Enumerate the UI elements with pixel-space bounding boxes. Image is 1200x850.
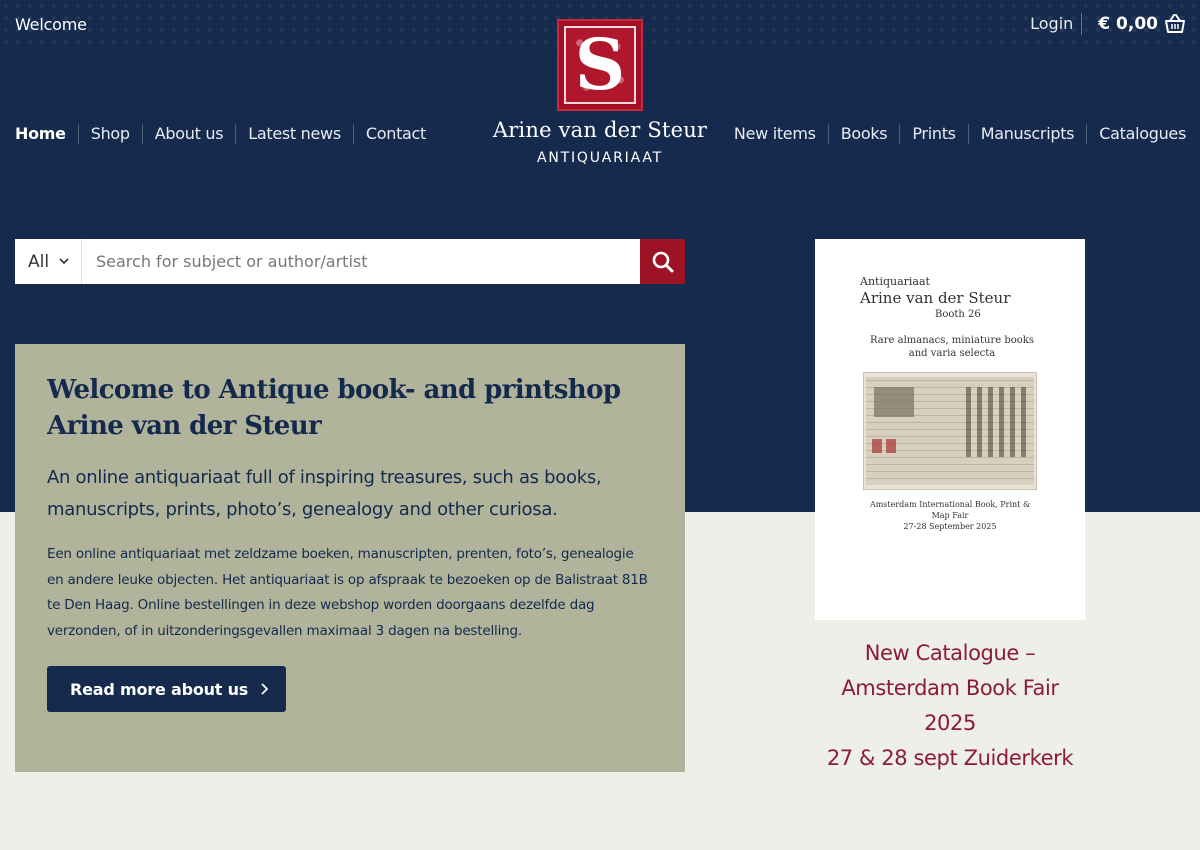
nav-shop[interactable]: Shop [77, 124, 142, 144]
welcome-text: Welcome [15, 15, 87, 34]
caption-line-2: Amsterdam Book Fair 2025 [841, 676, 1059, 735]
brand-subtitle: ANTIQUARIAAT [536, 150, 664, 166]
cart-total[interactable]: € 0,00 [1098, 14, 1158, 34]
logo-letter: S [564, 26, 636, 104]
cover-line-3: Booth 26 [935, 309, 981, 320]
account-area: Login € 0,00 [1030, 13, 1186, 35]
welcome-body: Een online antiquariaat met zeldzame boe… [47, 546, 648, 639]
brand-name[interactable]: Arine van der Steur [490, 118, 710, 142]
nav-catalogues[interactable]: Catalogues [1086, 124, 1186, 144]
catalogue-almanac-image [863, 372, 1037, 490]
nav-new-items[interactable]: New items [734, 124, 828, 144]
chevron-right-icon [261, 683, 269, 695]
search-input[interactable] [82, 239, 640, 284]
welcome-card: Welcome to Antique book- and printshop A… [15, 344, 685, 772]
almanac-figures [966, 387, 1026, 457]
main-nav-right: New items Books Prints Manuscripts Catal… [734, 124, 1186, 144]
welcome-heading: Welcome to Antique book- and printshop A… [47, 375, 621, 441]
main-nav-left: Home Shop About us Latest news Contact [15, 124, 426, 144]
nav-contact[interactable]: Contact [352, 124, 426, 144]
search-category-value: All [28, 251, 50, 272]
basket-icon[interactable] [1164, 14, 1186, 34]
read-more-label: Read more about us [70, 679, 249, 699]
red-print-mark [872, 439, 882, 453]
chevron-down-icon [59, 258, 69, 265]
red-print-mark [886, 439, 896, 453]
nav-about-us[interactable]: About us [141, 124, 235, 144]
nav-latest-news[interactable]: Latest news [235, 124, 353, 144]
nav-home[interactable]: Home [15, 124, 78, 144]
search-icon [652, 251, 673, 272]
read-more-button[interactable]: Read more about us [47, 666, 287, 712]
search-category-select[interactable]: All [15, 239, 82, 284]
cover-line-4: Rare almanacs, miniature books and varia… [870, 335, 1034, 359]
welcome-lead: An online antiquariaat full of inspiring… [47, 467, 602, 520]
logo[interactable]: S [557, 19, 643, 111]
search-button[interactable] [640, 239, 685, 284]
cover-line-6: 27-28 September 2025 [903, 522, 997, 531]
catalogue-cover[interactable]: Antiquariaat Arine van der Steur Booth 2… [815, 239, 1085, 620]
cover-line-1: Antiquariaat [860, 275, 930, 288]
woodcut-illustration [874, 387, 914, 417]
cover-line-2: Arine van der Steur [860, 289, 1011, 307]
nav-manuscripts[interactable]: Manuscripts [967, 124, 1087, 144]
search-bar: All [15, 239, 685, 284]
login-link[interactable]: Login [1030, 13, 1083, 35]
nav-prints[interactable]: Prints [899, 124, 967, 144]
caption-line-1: New Catalogue – [864, 641, 1036, 665]
cover-line-5: Amsterdam International Book, Print & Ma… [869, 500, 1031, 520]
caption-line-3: 27 & 28 sept Zuiderkerk [826, 746, 1074, 770]
nav-books[interactable]: Books [827, 124, 900, 144]
catalogue-caption-link[interactable]: New Catalogue – Amsterdam Book Fair 2025… [815, 636, 1085, 776]
